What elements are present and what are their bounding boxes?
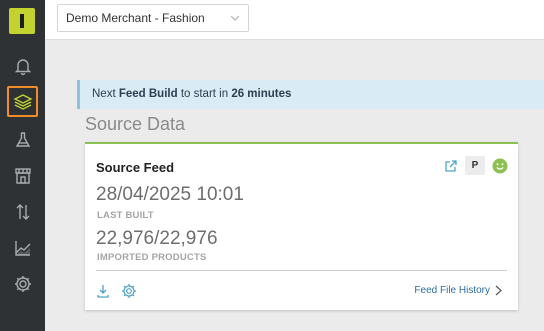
chevron-right-icon [495, 285, 502, 296]
banner-middle: to start in [177, 88, 232, 100]
last-built-label: LAST BUILT [97, 210, 154, 221]
sidebar-item-lab[interactable] [7, 124, 38, 155]
card-status-icons: P [444, 156, 508, 175]
chart-icon [14, 240, 30, 256]
top-bar: Demo Merchant - Fashion [45, 0, 544, 40]
sidebar-item-settings[interactable] [7, 268, 38, 299]
card-divider [96, 270, 507, 271]
priority-badge: P [465, 156, 485, 175]
sidebar [0, 0, 45, 331]
logo-mark [20, 14, 24, 28]
bell-icon [14, 58, 31, 75]
feed-file-history-link[interactable]: Feed File History [414, 285, 502, 296]
gear-icon [14, 275, 31, 292]
smiley-icon [492, 158, 508, 173]
external-link-icon[interactable] [444, 159, 458, 173]
sidebar-item-import-export[interactable] [7, 196, 38, 227]
sidebar-item-store[interactable] [7, 160, 38, 191]
imported-products-label: IMPORTED PRODUCTS [97, 252, 207, 263]
app-logo[interactable] [9, 8, 35, 34]
card-title: Source Feed [96, 160, 175, 175]
source-feed-card: Source Feed P 28/04/2025 10:01 LAST BUIL… [85, 142, 518, 310]
section-title: Source Data [85, 114, 186, 134]
chevron-down-icon [230, 15, 240, 21]
store-icon [14, 167, 31, 184]
arrows-updown-icon [16, 203, 29, 220]
download-icon[interactable] [96, 284, 110, 298]
feed-build-banner: Next Feed Build to start in 26 minutes [77, 80, 544, 109]
imported-products-value: 22,976/22,976 [96, 228, 218, 249]
sidebar-item-analytics[interactable] [7, 232, 38, 263]
sidebar-item-notifications[interactable] [7, 50, 38, 81]
gear-icon[interactable] [121, 283, 137, 299]
last-built-value: 28/04/2025 10:01 [96, 184, 244, 205]
banner-feature: Feed Build [118, 88, 178, 100]
flask-icon [15, 131, 30, 147]
banner-time: 26 minutes [231, 88, 292, 100]
card-actions [96, 283, 137, 299]
merchant-select-value: Demo Merchant - Fashion [66, 11, 205, 25]
merchant-select[interactable]: Demo Merchant - Fashion [57, 4, 249, 32]
banner-prefix: Next [92, 88, 119, 100]
sidebar-item-feeds[interactable] [7, 86, 38, 117]
feed-file-history-label: Feed File History [414, 285, 490, 296]
layers-icon [12, 93, 33, 110]
